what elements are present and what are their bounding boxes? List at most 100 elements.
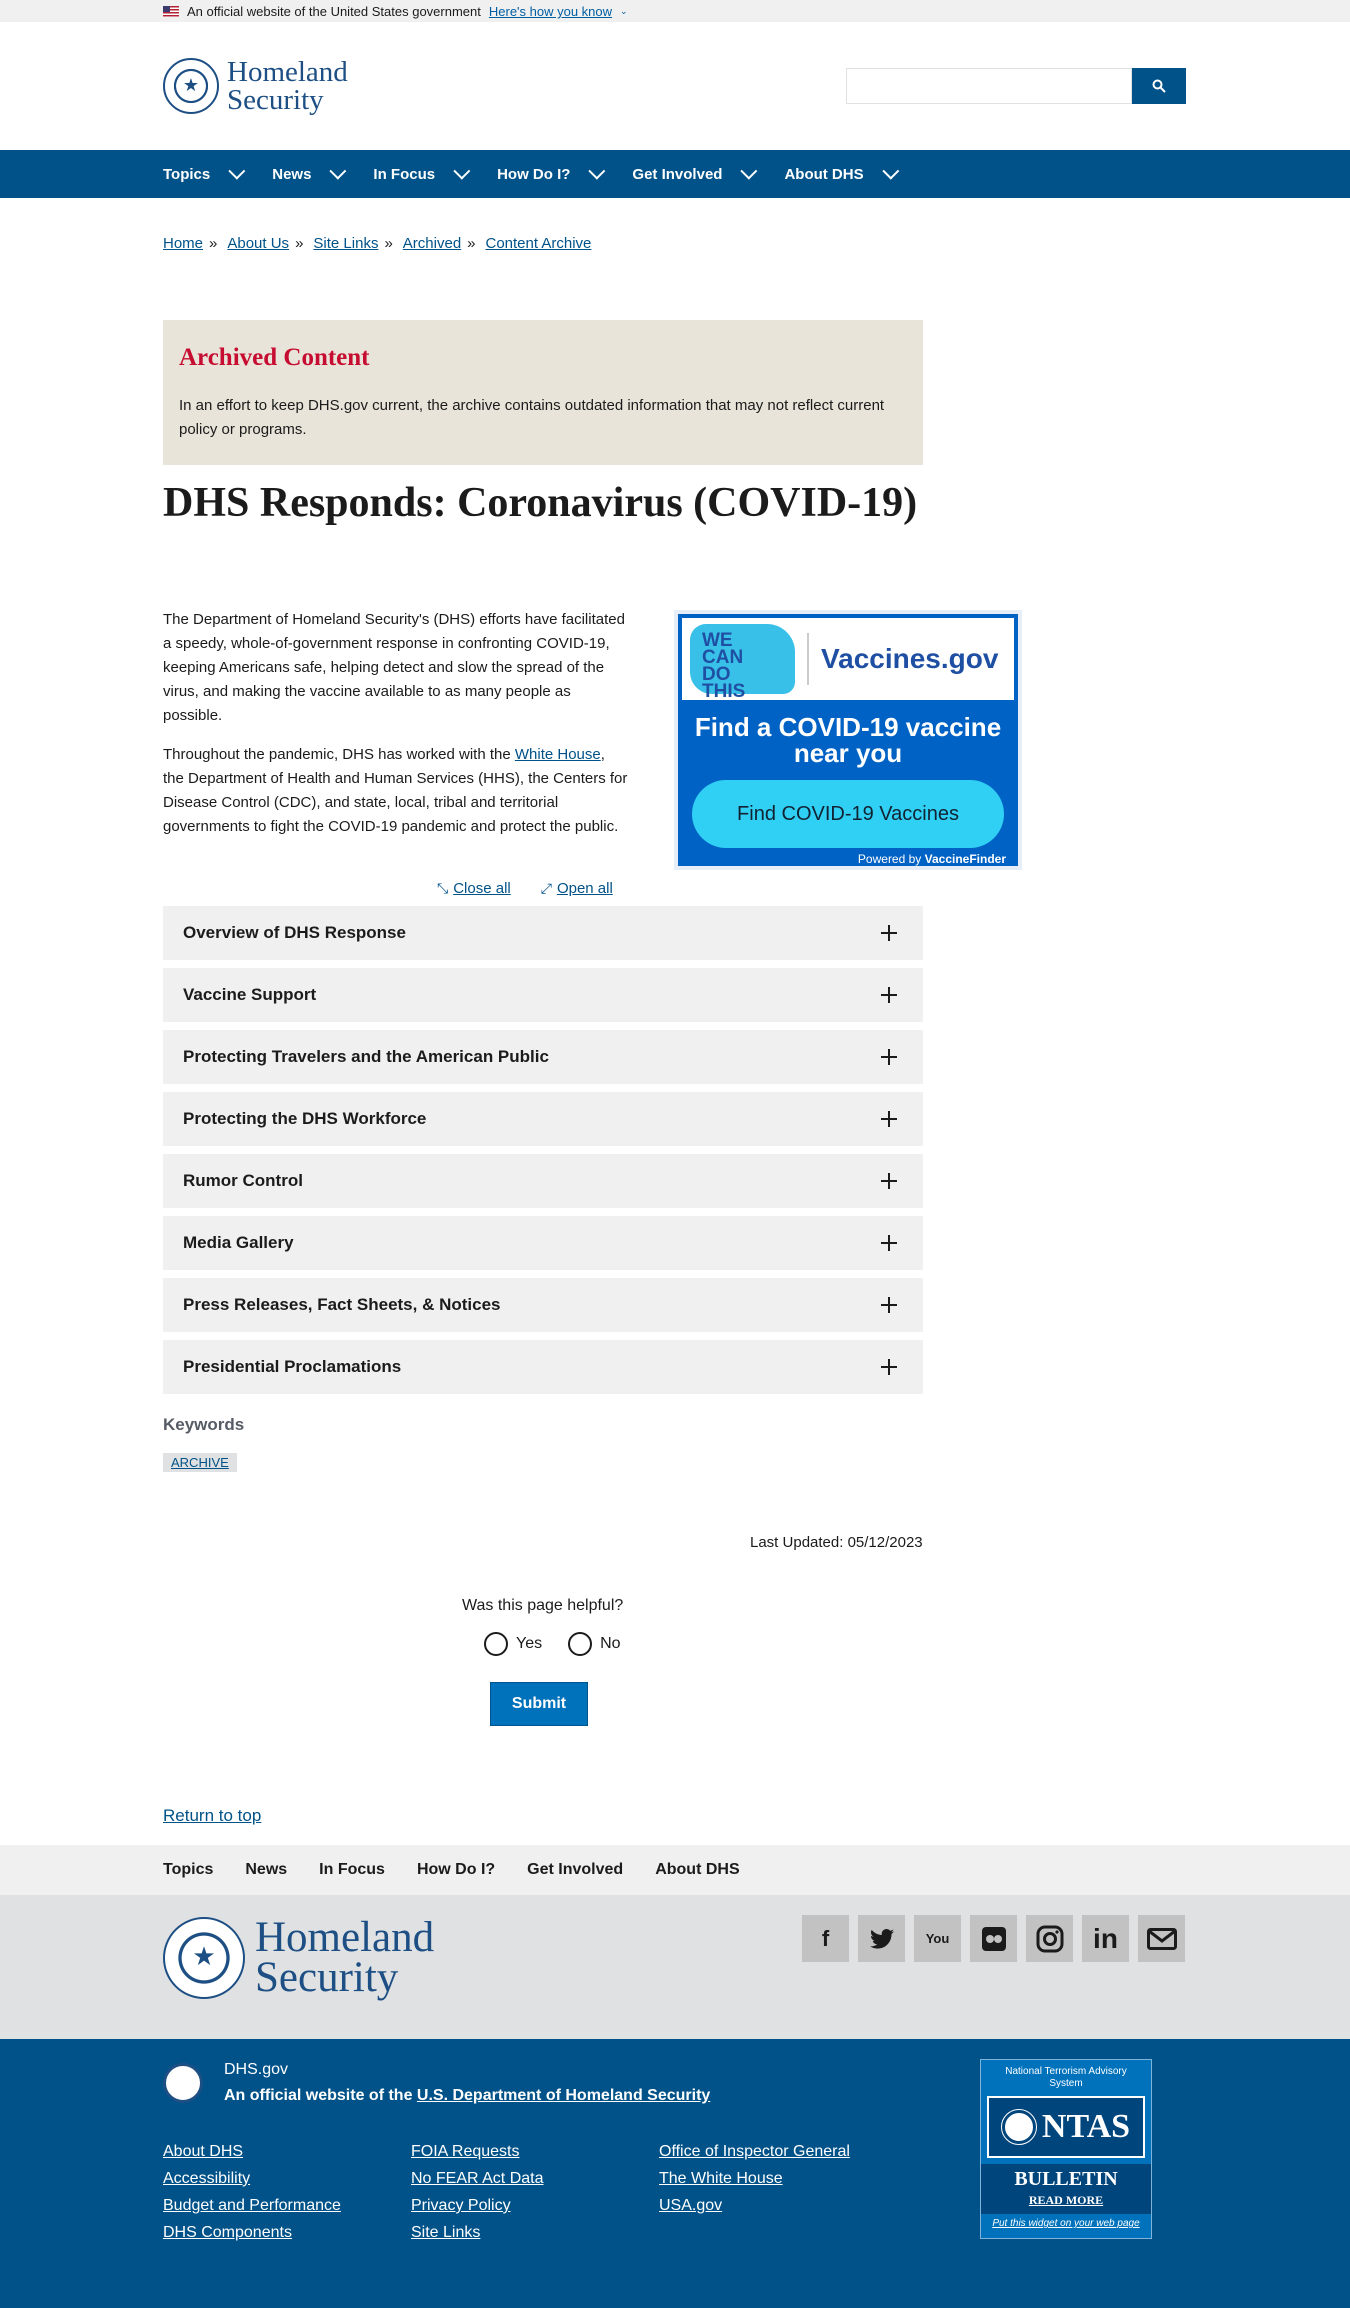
plus-icon bbox=[881, 1173, 897, 1189]
yes-label: Yes bbox=[516, 1635, 543, 1652]
no-label: No bbox=[600, 1635, 621, 1652]
nav-item-about-dhs[interactable]: About DHS bbox=[784, 162, 899, 183]
plus-icon bbox=[881, 1235, 897, 1251]
nav-item-topics[interactable]: Topics bbox=[163, 162, 246, 183]
twitter-icon[interactable] bbox=[858, 1915, 905, 1962]
breadcrumb-archived[interactable]: Archived bbox=[403, 235, 461, 252]
close-all-control[interactable]: ⤡ Close all bbox=[437, 880, 511, 897]
logo-line1: Homeland bbox=[227, 56, 348, 88]
accordion-controls: ⤡ Close all ⤢ Open all bbox=[437, 880, 613, 897]
dhs-seal-icon bbox=[163, 58, 219, 114]
ntas-read-more[interactable]: READ MORE bbox=[981, 2193, 1151, 2214]
dhs-seal-icon bbox=[163, 1917, 245, 1999]
nav-item-in-focus[interactable]: In Focus bbox=[373, 162, 471, 183]
chevron-down-icon: ⌄ bbox=[620, 6, 628, 16]
chevron-down-icon bbox=[588, 162, 606, 180]
footer-link-accessibility[interactable]: Accessibility bbox=[163, 2170, 411, 2188]
footer-bottom: DHS.gov An official website of the U.S. … bbox=[0, 2039, 1350, 2308]
vaccines-gov-banner[interactable]: WE CAN DO THIS Vaccines.gov Find a COVID-19… bbox=[674, 610, 1022, 870]
email-icon[interactable] bbox=[1138, 1915, 1185, 1962]
footer-logo-bar: Homeland Security f You in bbox=[0, 1895, 1350, 2039]
page-title: DHS Responds: Coronavirus (COVID-19) bbox=[163, 480, 918, 526]
footer-nav-in-focus[interactable]: In Focus bbox=[319, 1861, 385, 1879]
chevron-down-icon bbox=[228, 162, 246, 180]
open-all-control[interactable]: ⤢ Open all bbox=[541, 880, 613, 897]
plus-icon bbox=[881, 1297, 897, 1313]
archived-title: Archived Content bbox=[179, 344, 370, 371]
footer-link-usa-gov[interactable]: USA.gov bbox=[659, 2197, 907, 2215]
facebook-icon[interactable]: f bbox=[802, 1915, 849, 1962]
we-can-do-this-logo: WE CAN DO THIS bbox=[690, 624, 795, 701]
vaccine-headline: Find a COVID-19 vaccine near you bbox=[694, 712, 1002, 768]
youtube-icon[interactable]: You bbox=[914, 1915, 961, 1962]
footer-links: About DHS FOIA Requests Office of Inspec… bbox=[163, 2143, 907, 2242]
yes-radio[interactable] bbox=[484, 1632, 508, 1656]
footer-link-site-links[interactable]: Site Links bbox=[411, 2224, 659, 2242]
footer-link-budget[interactable]: Budget and Performance bbox=[163, 2197, 411, 2215]
nav-item-get-involved[interactable]: Get Involved bbox=[632, 162, 758, 183]
footer-nav-about-dhs[interactable]: About DHS bbox=[655, 1861, 739, 1879]
footer-link-foia[interactable]: FOIA Requests bbox=[411, 2143, 659, 2161]
keywords-label: Keywords bbox=[163, 1415, 245, 1434]
keyword-tag[interactable]: ARCHIVE bbox=[163, 1453, 237, 1472]
accordion-item[interactable]: Vaccine Support bbox=[163, 968, 923, 1022]
footer-link-privacy[interactable]: Privacy Policy bbox=[411, 2197, 659, 2215]
accordion-item[interactable]: Presidential Proclamations bbox=[163, 1340, 923, 1394]
no-radio[interactable] bbox=[568, 1632, 593, 1656]
submit-button[interactable]: Submit bbox=[490, 1682, 588, 1726]
dhs-seal-icon bbox=[163, 2063, 203, 2103]
accordion-item[interactable]: Protecting the DHS Workforce bbox=[163, 1092, 923, 1146]
accordion-item[interactable]: Press Releases, Fact Sheets, & Notices bbox=[163, 1278, 923, 1332]
intro-paragraph-1: The Department of Homeland Security's (D… bbox=[163, 611, 625, 724]
nav-item-news[interactable]: News bbox=[272, 162, 347, 183]
ntas-widget-link[interactable]: Put this widget on your web page bbox=[981, 2214, 1151, 2235]
footer-link-no-fear[interactable]: No FEAR Act Data bbox=[411, 2170, 659, 2188]
collapse-icon: ⤡ bbox=[437, 880, 449, 896]
breadcrumb-home[interactable]: Home bbox=[163, 235, 203, 252]
nav-item-how-do-i[interactable]: How Do I? bbox=[497, 162, 606, 183]
flickr-icon[interactable] bbox=[970, 1915, 1017, 1962]
archived-text: In an effort to keep DHS.gov current, th… bbox=[179, 397, 885, 438]
white-house-link[interactable]: White House bbox=[515, 746, 601, 763]
ntas-badge: NTAS bbox=[987, 2096, 1145, 2158]
accordion-item[interactable]: Media Gallery bbox=[163, 1216, 923, 1270]
us-flag-icon bbox=[163, 6, 179, 17]
breadcrumb-about-us[interactable]: About Us bbox=[227, 235, 289, 252]
heres-how-you-know-link[interactable]: Here's how you know bbox=[489, 4, 612, 19]
footer-nav: Topics News In Focus How Do I? Get Invol… bbox=[0, 1845, 1350, 1895]
footer-nav-how-do-i[interactable]: How Do I? bbox=[417, 1861, 495, 1879]
footer-nav-news[interactable]: News bbox=[245, 1861, 287, 1879]
plus-icon bbox=[881, 987, 897, 1003]
last-updated: Last Updated: 05/12/2023 bbox=[750, 1534, 923, 1551]
instagram-icon[interactable] bbox=[1026, 1915, 1073, 1962]
dhs-logo[interactable]: Homeland Security bbox=[163, 56, 348, 116]
footer-nav-topics[interactable]: Topics bbox=[163, 1861, 213, 1879]
logo-line2: Security bbox=[227, 84, 324, 116]
search-input[interactable] bbox=[846, 68, 1132, 104]
footer-link-about-dhs[interactable]: About DHS bbox=[163, 2143, 411, 2161]
helpful-question: Was this page helpful? bbox=[462, 1597, 624, 1614]
search-button[interactable] bbox=[1132, 68, 1186, 104]
find-vaccines-button[interactable]: Find COVID-19 Vaccines bbox=[692, 780, 1004, 848]
footer-official-text: An official website of the U.S. Departme… bbox=[224, 2087, 711, 2104]
plus-icon bbox=[881, 1359, 897, 1375]
ntas-widget[interactable]: National Terrorism Advisory System NTAS … bbox=[980, 2059, 1152, 2239]
dhs-link[interactable]: U.S. Department of Homeland Security bbox=[417, 2087, 710, 2104]
site-header: Homeland Security bbox=[0, 22, 1350, 150]
footer-dhs-logo[interactable]: Homeland Security bbox=[163, 1916, 434, 1999]
return-to-top-link[interactable]: Return to top bbox=[163, 1806, 261, 1826]
ntas-title: National Terrorism Advisory System bbox=[1005, 2066, 1127, 2089]
powered-by: Powered by VaccineFinder bbox=[857, 852, 1006, 866]
breadcrumb-content-archive[interactable]: Content Archive bbox=[486, 235, 592, 252]
footer-link-white-house[interactable]: The White House bbox=[659, 2170, 907, 2188]
footer-nav-get-involved[interactable]: Get Involved bbox=[527, 1861, 623, 1879]
accordion-item[interactable]: Rumor Control bbox=[163, 1154, 923, 1208]
accordion-item[interactable]: Overview of DHS Response bbox=[163, 906, 923, 960]
linkedin-icon[interactable]: in bbox=[1082, 1915, 1129, 1962]
footer-link-dhs-components[interactable]: DHS Components bbox=[163, 2224, 411, 2242]
search-icon bbox=[1152, 79, 1166, 93]
accordion-item[interactable]: Protecting Travelers and the American Pu… bbox=[163, 1030, 923, 1084]
social-links: f You in bbox=[802, 1915, 1185, 1962]
footer-link-oig[interactable]: Office of Inspector General bbox=[659, 2143, 907, 2161]
breadcrumb-site-links[interactable]: Site Links bbox=[313, 235, 378, 252]
